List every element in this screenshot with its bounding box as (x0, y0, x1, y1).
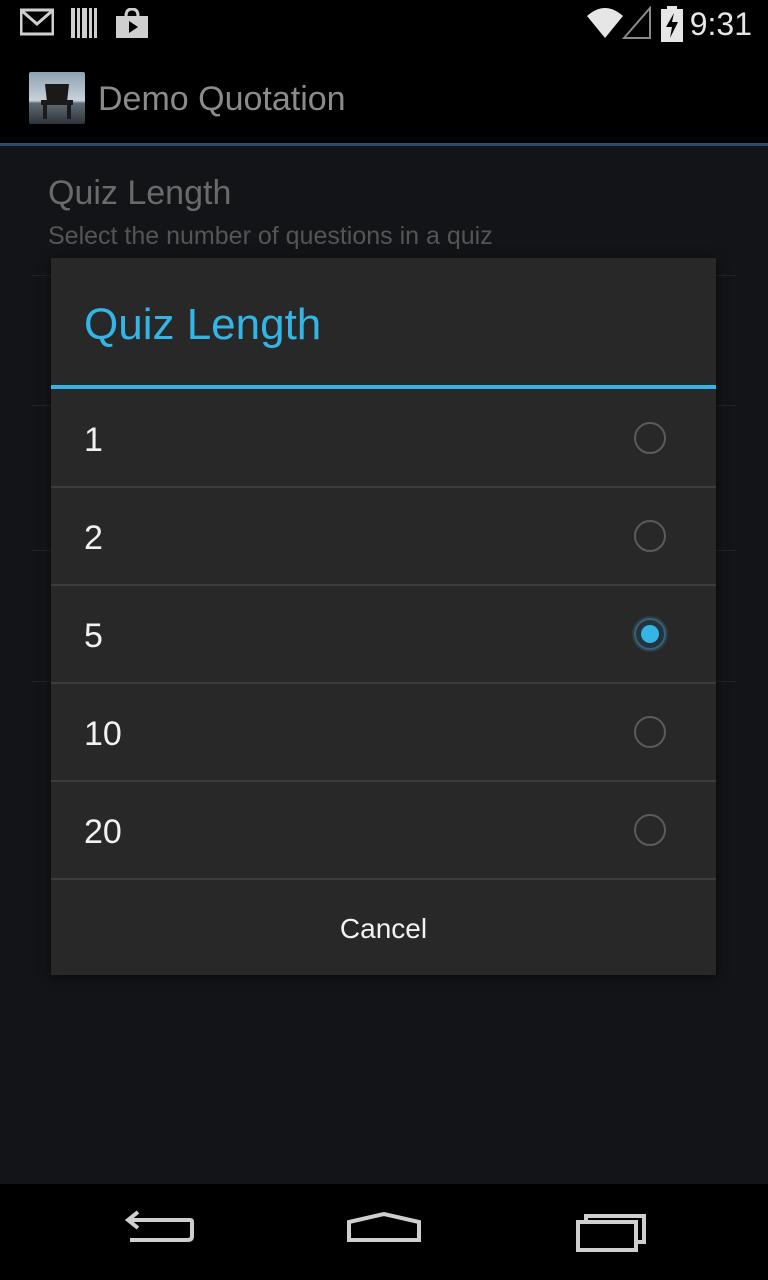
pref-item-summary: Select the number of questions in a quiz (48, 222, 493, 250)
option-label: 2 (84, 519, 103, 557)
wifi-icon (585, 6, 625, 45)
recents-icon[interactable] (556, 1204, 666, 1260)
dialog-title: Quiz Length (84, 300, 322, 349)
radio-button[interactable] (634, 716, 666, 748)
clock: 9:31 (689, 6, 752, 42)
cancel-button[interactable]: Cancel (51, 879, 716, 975)
barcode-icon (71, 8, 97, 43)
cancel-label: Cancel (339, 913, 428, 944)
action-bar: Demo Quotation (0, 50, 768, 143)
status-bar: 9:31 (0, 0, 768, 50)
option-label: 5 (84, 617, 103, 655)
option-label: 1 (84, 421, 103, 459)
pref-item-title: Quiz Length (48, 174, 232, 212)
option-5[interactable]: 5 (51, 585, 716, 683)
app-title: Demo Quotation (98, 80, 346, 118)
option-1[interactable]: 1 (51, 389, 716, 487)
navigation-bar (0, 1184, 768, 1280)
option-10[interactable]: 10 (51, 683, 716, 781)
radio-button[interactable] (634, 422, 666, 454)
radio-button[interactable] (634, 814, 666, 846)
app-chair-icon[interactable] (29, 72, 85, 124)
battery-charging-icon (660, 6, 684, 47)
radio-button-checked[interactable] (634, 618, 666, 650)
signal-icon (621, 5, 652, 45)
back-icon[interactable] (106, 1204, 216, 1260)
radio-dot (641, 625, 659, 643)
option-2[interactable]: 2 (51, 487, 716, 585)
gmail-icon (19, 8, 55, 41)
home-icon[interactable] (329, 1204, 439, 1260)
option-label: 10 (84, 715, 122, 753)
radio-button[interactable] (634, 520, 666, 552)
option-20[interactable]: 20 (51, 781, 716, 879)
quiz-length-dialog: Quiz Length 1 2 5 10 20 Cancel (51, 258, 716, 975)
option-label: 20 (84, 813, 122, 851)
play-store-icon (116, 7, 148, 43)
